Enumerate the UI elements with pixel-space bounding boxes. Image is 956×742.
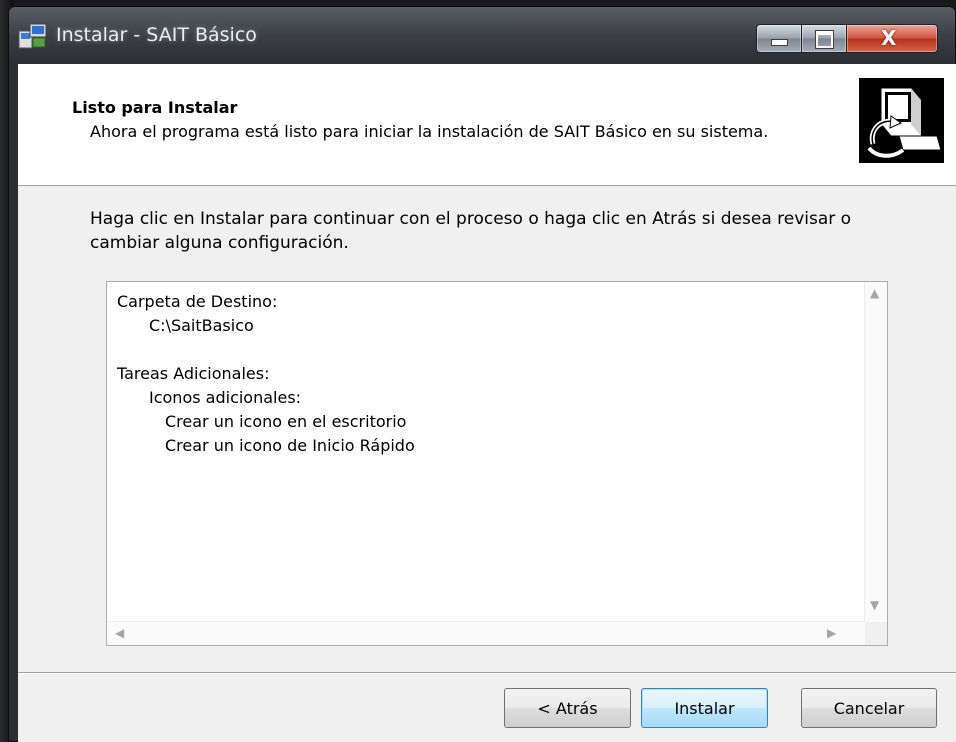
close-icon: X bbox=[881, 26, 897, 50]
horizontal-scrollbar[interactable]: ◀ ▶ bbox=[107, 621, 865, 645]
page-subtitle: Ahora el programa está listo para inicia… bbox=[90, 122, 769, 141]
ready-summary-memo[interactable]: Carpeta de Destino: C:\SaitBasico Tareas… bbox=[106, 281, 888, 646]
summary-line-desktop-icon: Crear un icono en el escritorio bbox=[165, 412, 407, 431]
vertical-scrollbar[interactable]: ▲ ▼ bbox=[864, 282, 887, 622]
scroll-left-icon[interactable]: ◀ bbox=[115, 626, 124, 640]
wizard-header: Listo para Instalar Ahora el programa es… bbox=[18, 64, 956, 186]
instructions-text: Haga clic en Instalar para continuar con… bbox=[90, 209, 852, 253]
maximize-icon bbox=[816, 31, 833, 48]
minimize-icon bbox=[771, 39, 788, 46]
summary-line-quicklaunch-icon: Crear un icono de Inicio Rápido bbox=[165, 436, 415, 455]
installer-window: Instalar - SAIT Básico X Listo para Inst… bbox=[8, 6, 956, 742]
page-title: Listo para Instalar bbox=[72, 98, 238, 117]
cancel-button[interactable]: Cancelar bbox=[801, 688, 937, 728]
summary-line-destination-label: Carpeta de Destino: bbox=[117, 292, 278, 311]
summary-line-tasks-label: Tareas Adicionales: bbox=[117, 364, 270, 383]
scroll-up-icon[interactable]: ▲ bbox=[870, 286, 879, 300]
scroll-right-icon[interactable]: ▶ bbox=[827, 626, 836, 640]
button-area-divider bbox=[18, 672, 956, 674]
install-button[interactable]: Instalar bbox=[641, 688, 768, 728]
dialog-client-area: Listo para Instalar Ahora el programa es… bbox=[18, 64, 956, 742]
scrollbar-corner bbox=[865, 622, 887, 645]
scroll-down-icon[interactable]: ▼ bbox=[870, 598, 879, 612]
window-title: Instalar - SAIT Básico bbox=[56, 24, 257, 46]
maximize-button[interactable] bbox=[801, 24, 847, 53]
setup-computer-icon bbox=[859, 78, 944, 163]
summary-line-destination-path: C:\SaitBasico bbox=[149, 316, 254, 335]
minimize-button[interactable] bbox=[756, 24, 802, 53]
close-button[interactable]: X bbox=[846, 24, 938, 53]
back-button[interactable]: < Atrás bbox=[504, 688, 631, 728]
installer-app-icon bbox=[18, 23, 47, 49]
summary-line-additional-icons: Iconos adicionales: bbox=[149, 388, 302, 407]
title-bar[interactable]: Instalar - SAIT Básico X bbox=[8, 6, 956, 64]
